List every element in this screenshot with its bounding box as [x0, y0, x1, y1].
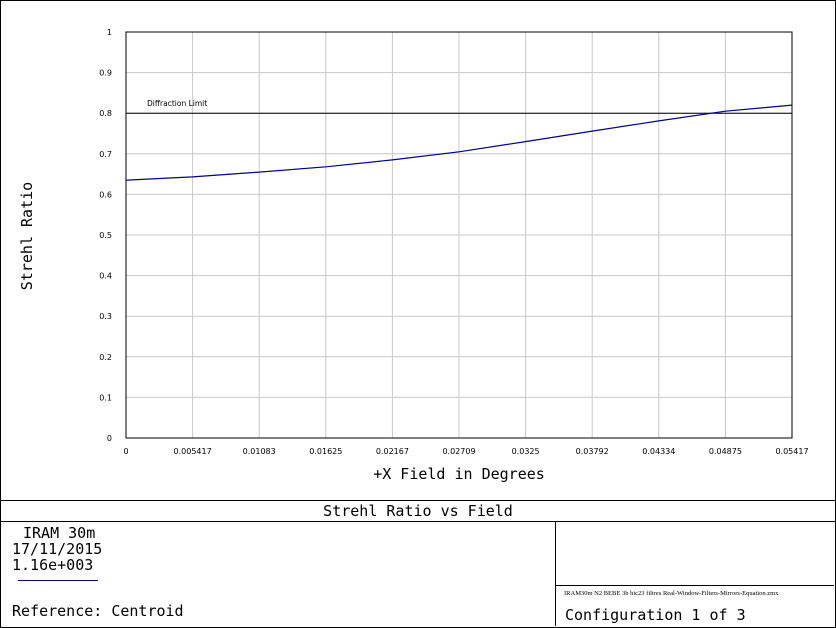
info-panel: IRAM 30m 17/11/2015 1.16e+003 Reference:… — [1, 521, 556, 626]
y-tick-label: 1 — [107, 28, 112, 37]
y-tick-label: 0.6 — [99, 190, 112, 199]
configuration-text: Configuration 1 of 3 — [565, 606, 746, 624]
chart-title: Strehl Ratio vs Field — [1, 500, 835, 522]
x-tick-label: 0.05417 — [775, 447, 808, 456]
x-tick-label: 0.02167 — [376, 447, 409, 456]
y-tick-label: 0.3 — [99, 312, 112, 321]
x-tick-labels: 0 0.005417 0.01083 0.01625 0.02167 0.02709 0.0… — [123, 447, 808, 456]
file-box: IRAM30m N2 BEBE 3b hic23 filtres Real-Wi… — [556, 585, 834, 627]
y-tick-label: 0.7 — [99, 150, 112, 159]
strehl-chart: 0 0.005417 0.01083 0.01625 0.02167 0.02709 0.0… — [18, 28, 809, 483]
file-name: IRAM30m N2 BEBE 3b hic23 filtres Real-Wi… — [564, 590, 779, 597]
wavelength-text: 1.16e+003 — [12, 556, 94, 574]
y-axis-label: Strehl Ratio — [18, 182, 36, 290]
y-tick-label: 0.2 — [99, 353, 112, 362]
x-tick-label: 0.0325 — [512, 447, 540, 456]
x-tick-label: 0.02709 — [442, 447, 475, 456]
config-panel: IRAM30m N2 BEBE 3b hic23 filtres Real-Wi… — [556, 521, 834, 626]
grid-lines — [125, 31, 793, 439]
y-tick-label: 0 — [107, 434, 112, 443]
reference-text: Reference: Centroid — [12, 602, 184, 620]
x-axis-label: +X Field in Degrees — [373, 465, 545, 483]
legend-line-swatch — [18, 580, 98, 581]
diffraction-limit-label: Diffraction Limit — [147, 99, 207, 108]
y-tick-label: 0.4 — [99, 272, 112, 281]
x-tick-label: 0.04334 — [642, 447, 675, 456]
x-tick-label: 0.01625 — [309, 447, 342, 456]
y-tick-label: 0.8 — [99, 109, 112, 118]
y-tick-label: 0.5 — [99, 231, 112, 240]
y-tick-label: 0.1 — [99, 393, 112, 402]
y-tick-labels: 0 0.1 0.2 0.3 0.4 0.5 0.6 0.7 0.8 0.9 1 — [99, 28, 112, 443]
x-tick-label: 0 — [123, 447, 128, 456]
y-tick-label: 0.9 — [99, 69, 112, 78]
x-tick-label: 0.005417 — [174, 447, 212, 456]
x-tick-label: 0.03792 — [576, 447, 609, 456]
x-tick-label: 0.04875 — [709, 447, 742, 456]
x-tick-label: 0.01083 — [243, 447, 276, 456]
